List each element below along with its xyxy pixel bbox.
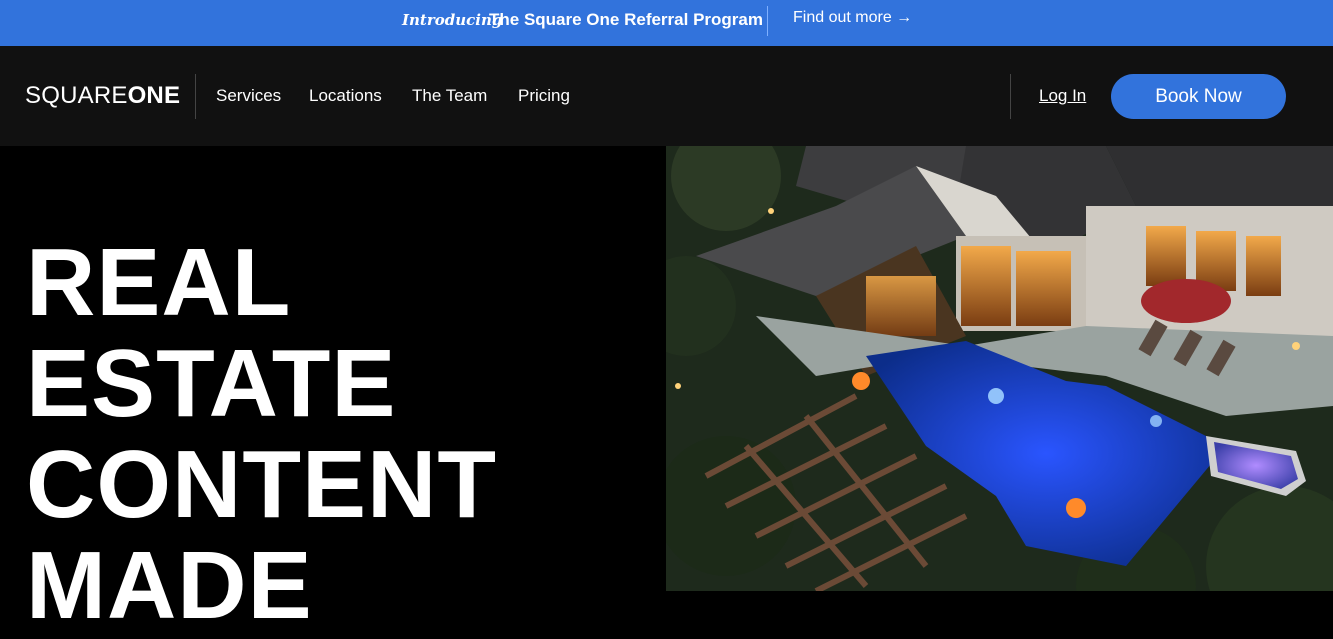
hero-section: REAL ESTATE CONTENT MADE: [0, 146, 1333, 636]
announcement-divider: [767, 6, 768, 36]
nav-item-locations[interactable]: Locations: [309, 86, 382, 106]
announcement-intro: Introducing: [402, 11, 503, 29]
hero-house-photo: [666, 146, 1333, 591]
nav-item-services[interactable]: Services: [216, 86, 281, 106]
pool-house-illustration: [666, 146, 1333, 591]
find-out-more-link[interactable]: Find out more →: [793, 9, 912, 27]
announcement-bar: Introducing The Square One Referral Prog…: [0, 0, 1333, 46]
announcement-program: The Square One Referral Program: [489, 10, 763, 29]
headline-line: CONTENT: [26, 431, 497, 538]
hero-headline: REAL ESTATE CONTENT MADE: [26, 232, 497, 636]
main-nav: SQUAREONE Services Locations The Team Pr…: [0, 46, 1333, 146]
logo-square: SQUARE: [25, 82, 128, 109]
logo[interactable]: SQUAREONE: [25, 82, 180, 110]
login-link[interactable]: Log In: [1039, 86, 1086, 106]
nav-divider: [195, 74, 196, 119]
nav-item-the-team[interactable]: The Team: [412, 86, 487, 106]
headline-line: MADE: [26, 532, 313, 639]
logo-one: ONE: [127, 82, 181, 109]
headline-line: REAL: [26, 229, 292, 336]
nav-item-pricing[interactable]: Pricing: [518, 86, 570, 106]
book-now-button[interactable]: Book Now: [1111, 74, 1286, 119]
nav-divider-right: [1010, 74, 1011, 119]
headline-line: ESTATE: [26, 330, 397, 437]
